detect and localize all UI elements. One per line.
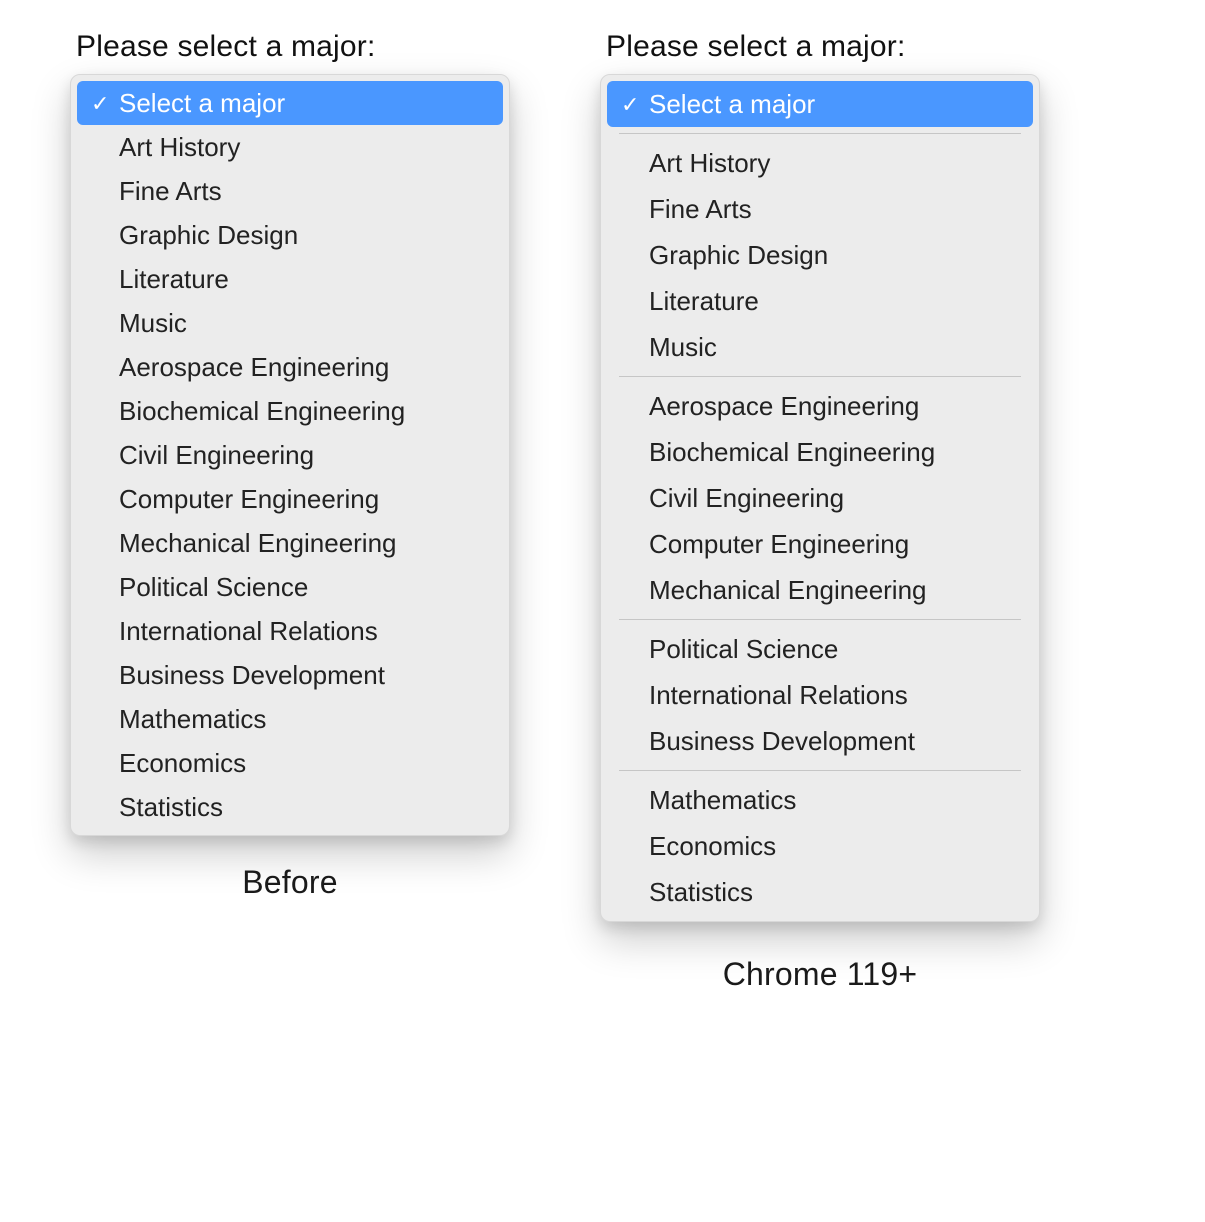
option-label: Statistics	[91, 794, 223, 820]
option-item[interactable]: Statistics	[607, 869, 1033, 915]
option-label: Art History	[621, 150, 770, 176]
before-column: Please select a major: ✓ Select a major …	[70, 30, 510, 901]
option-item[interactable]: Economics	[77, 741, 503, 785]
option-item[interactable]: Art History	[77, 125, 503, 169]
option-label: Aerospace Engineering	[91, 354, 389, 380]
option-item[interactable]: Political Science	[77, 565, 503, 609]
option-label: Mathematics	[91, 706, 266, 732]
option-item[interactable]: Fine Arts	[607, 186, 1033, 232]
option-label: Political Science	[621, 636, 838, 662]
option-item[interactable]: Civil Engineering	[77, 433, 503, 477]
option-label: Political Science	[91, 574, 308, 600]
select-prompt: Please select a major:	[606, 30, 1040, 64]
option-label: Business Development	[621, 728, 915, 754]
option-item[interactable]: Business Development	[607, 718, 1033, 764]
caption-after: Chrome 119+	[600, 956, 1040, 993]
option-label: Select a major	[649, 91, 815, 117]
select-menu-after[interactable]: ✓ Select a major Art History Fine Arts Gra…	[600, 74, 1040, 922]
option-item[interactable]: International Relations	[607, 672, 1033, 718]
option-item[interactable]: Literature	[77, 257, 503, 301]
option-label: Music	[91, 310, 187, 336]
option-item[interactable]: Fine Arts	[77, 169, 503, 213]
comparison-stage: Please select a major: ✓ Select a major …	[0, 0, 1205, 1053]
option-item[interactable]: Statistics	[77, 785, 503, 829]
option-item[interactable]: Mechanical Engineering	[607, 567, 1033, 613]
select-prompt: Please select a major:	[76, 30, 510, 64]
option-label: Fine Arts	[621, 196, 752, 222]
group-separator	[619, 619, 1021, 620]
option-label: Fine Arts	[91, 178, 222, 204]
checkmark-icon: ✓	[91, 93, 119, 115]
option-label: International Relations	[621, 682, 908, 708]
option-item[interactable]: Art History	[607, 140, 1033, 186]
option-item[interactable]: Mathematics	[77, 697, 503, 741]
option-label: Art History	[91, 134, 240, 160]
option-label: Biochemical Engineering	[91, 398, 405, 424]
option-item[interactable]: International Relations	[77, 609, 503, 653]
option-item[interactable]: Aerospace Engineering	[607, 383, 1033, 429]
group-separator	[619, 376, 1021, 377]
option-item[interactable]: Civil Engineering	[607, 475, 1033, 521]
option-item[interactable]: Music	[607, 324, 1033, 370]
checkmark-icon: ✓	[621, 94, 649, 116]
option-label: Literature	[621, 288, 759, 314]
after-column: Please select a major: ✓ Select a major …	[600, 30, 1040, 993]
option-label: Mechanical Engineering	[621, 577, 927, 603]
option-item[interactable]: Aerospace Engineering	[77, 345, 503, 389]
caption-before: Before	[70, 864, 510, 901]
option-label: Mathematics	[621, 787, 796, 813]
option-item[interactable]: Economics	[607, 823, 1033, 869]
option-item[interactable]: Biochemical Engineering	[77, 389, 503, 433]
option-label: Economics	[621, 833, 776, 859]
option-item[interactable]: Literature	[607, 278, 1033, 324]
option-label: Literature	[91, 266, 229, 292]
option-label: Computer Engineering	[91, 486, 379, 512]
option-label: Select a major	[119, 90, 285, 116]
option-item[interactable]: Computer Engineering	[607, 521, 1033, 567]
option-label: Biochemical Engineering	[621, 439, 935, 465]
option-label: Mechanical Engineering	[91, 530, 397, 556]
option-item[interactable]: Biochemical Engineering	[607, 429, 1033, 475]
option-item[interactable]: Computer Engineering	[77, 477, 503, 521]
option-item[interactable]: Mechanical Engineering	[77, 521, 503, 565]
option-item[interactable]: Graphic Design	[77, 213, 503, 257]
group-separator	[619, 133, 1021, 134]
option-label: Aerospace Engineering	[621, 393, 919, 419]
option-item[interactable]: Political Science	[607, 626, 1033, 672]
option-label: International Relations	[91, 618, 378, 644]
option-placeholder[interactable]: ✓ Select a major	[77, 81, 503, 125]
option-item[interactable]: Graphic Design	[607, 232, 1033, 278]
select-menu-before[interactable]: ✓ Select a major Art History Fine Arts Gra…	[70, 74, 510, 836]
option-label: Business Development	[91, 662, 385, 688]
option-item[interactable]: Mathematics	[607, 777, 1033, 823]
option-label: Civil Engineering	[91, 442, 314, 468]
option-label: Music	[621, 334, 717, 360]
option-label: Civil Engineering	[621, 485, 844, 511]
group-separator	[619, 770, 1021, 771]
option-label: Economics	[91, 750, 246, 776]
option-label: Computer Engineering	[621, 531, 909, 557]
option-placeholder[interactable]: ✓ Select a major	[607, 81, 1033, 127]
option-label: Statistics	[621, 879, 753, 905]
option-label: Graphic Design	[91, 222, 298, 248]
option-item[interactable]: Music	[77, 301, 503, 345]
option-item[interactable]: Business Development	[77, 653, 503, 697]
option-label: Graphic Design	[621, 242, 828, 268]
